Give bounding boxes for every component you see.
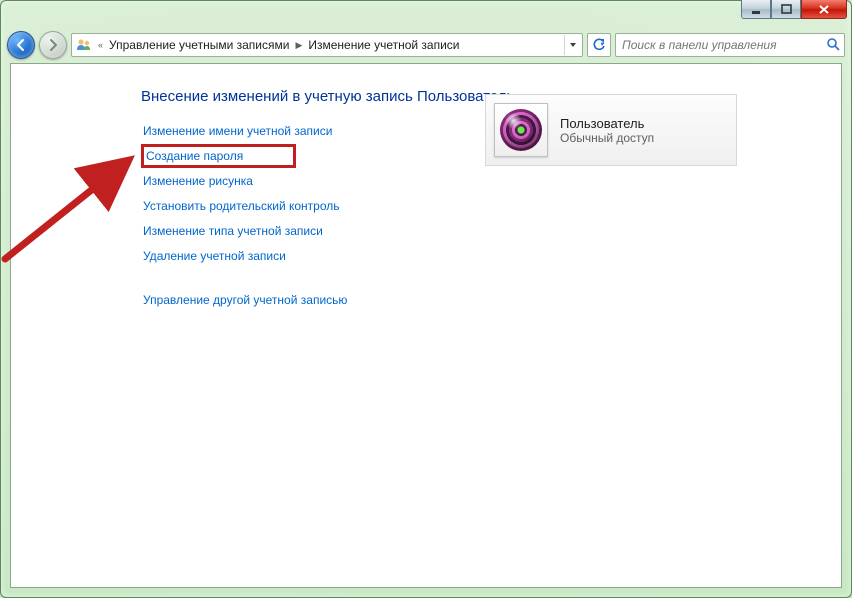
search-icon[interactable] (826, 37, 840, 54)
forward-button[interactable] (39, 31, 67, 59)
content-area: Внесение изменений в учетную запись Поль… (10, 63, 842, 588)
minimize-button[interactable] (741, 0, 771, 19)
close-button[interactable] (801, 0, 847, 19)
user-type: Обычный доступ (560, 131, 654, 145)
user-info: Пользователь Обычный доступ (560, 116, 654, 145)
address-bar[interactable]: « Управление учетными записями ▶ Изменен… (71, 33, 583, 57)
window-controls (741, 0, 847, 19)
window-frame: « Управление учетными записями ▶ Изменен… (0, 0, 852, 598)
users-icon (76, 37, 92, 53)
refresh-button[interactable] (587, 33, 611, 57)
link-delete-account[interactable]: Удаление учетной записи (141, 248, 288, 264)
breadcrumb-level1[interactable]: Управление учетными записями (109, 38, 289, 52)
link-parental-controls[interactable]: Установить родительский контроль (141, 198, 342, 214)
link-rename-account[interactable]: Изменение имени учетной записи (141, 123, 334, 139)
link-manage-other[interactable]: Управление другой учетной записью (141, 292, 349, 308)
titlebar (1, 1, 851, 29)
chevron-left-icon: « (96, 40, 105, 50)
search-box[interactable] (615, 33, 845, 57)
link-change-picture[interactable]: Изменение рисунка (141, 173, 255, 189)
back-button[interactable] (7, 31, 35, 59)
breadcrumb-level2[interactable]: Изменение учетной записи (308, 38, 459, 52)
search-input[interactable] (620, 37, 822, 53)
link-change-type[interactable]: Изменение типа учетной записи (141, 223, 325, 239)
chevron-right-icon: ▶ (293, 40, 304, 51)
maximize-button[interactable] (771, 0, 801, 19)
avatar-sphere-icon (500, 109, 542, 151)
user-tile: Пользователь Обычный доступ (485, 94, 737, 166)
link-create-password[interactable]: Создание пароля (141, 144, 296, 168)
avatar (494, 103, 548, 157)
user-name: Пользователь (560, 116, 654, 131)
navigation-row: « Управление учетными записями ▶ Изменен… (1, 29, 851, 61)
address-dropdown[interactable] (564, 35, 580, 55)
